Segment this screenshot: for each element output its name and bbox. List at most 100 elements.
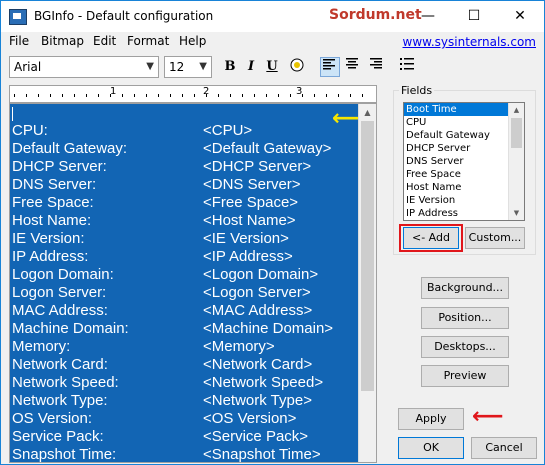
editor-row: Host Name: <Host Name> <box>12 212 296 230</box>
font-select[interactable]: Arial ▼ <box>9 56 159 78</box>
scroll-thumb[interactable] <box>511 118 522 148</box>
ruler-tick <box>182 94 183 97</box>
editor-row: IP Address: <IP Address> <box>12 248 293 266</box>
menu-edit-label: Edit <box>93 34 117 48</box>
menu-format[interactable]: Format <box>127 34 169 48</box>
editor-scrollbar[interactable]: ▲ <box>358 104 376 462</box>
scroll-down-icon[interactable]: ▼ <box>509 206 524 220</box>
field-list-item[interactable]: Default Gateway <box>404 129 524 142</box>
row-label: MAC Address: <box>12 302 108 319</box>
chevron-down-icon: ▼ <box>146 61 154 72</box>
position-button[interactable]: Position... <box>421 307 509 329</box>
align-right-icon <box>370 58 382 69</box>
menu-edit[interactable]: Edit <box>93 34 116 48</box>
ruler-tick <box>218 94 219 97</box>
field-list-item[interactable]: IE Version <box>404 194 524 207</box>
ruler-tick <box>38 94 39 97</box>
ruler-tick <box>350 94 351 97</box>
scroll-thumb[interactable] <box>361 121 374 391</box>
font-size-select[interactable]: 12 ▼ <box>164 56 212 78</box>
row-value: <Network Type> <box>203 392 312 409</box>
ruler-tick <box>362 94 363 97</box>
ruler-tick <box>254 94 255 97</box>
desktops-button[interactable]: Desktops... <box>421 336 509 358</box>
editor-row: Network Card: <Network Card> <box>12 356 312 374</box>
red-arrow-icon: ⟵ <box>472 404 504 429</box>
menu-help[interactable]: Help <box>179 34 206 48</box>
menu-bitmap[interactable]: Bitmap <box>41 34 84 48</box>
sysinternals-link[interactable]: www.sysinternals.com <box>403 35 537 49</box>
row-label: Network Type: <box>12 392 108 409</box>
row-label: IP Address: <box>12 248 89 265</box>
custom-button[interactable]: Custom... <box>465 227 525 249</box>
row-label: Machine Domain: <box>12 320 129 337</box>
ruler-tick <box>122 94 123 97</box>
maximize-button[interactable]: ☐ <box>451 1 497 32</box>
editor-row: Network Type: <Network Type> <box>12 392 312 410</box>
window-title: BGInfo - Default configuration <box>34 9 214 23</box>
row-value: <Free Space> <box>203 194 299 211</box>
close-button[interactable]: ✕ <box>497 1 543 32</box>
row-label: Network Speed: <box>12 374 119 391</box>
bold-button[interactable]: B <box>220 57 240 77</box>
app-icon[interactable] <box>9 9 27 25</box>
row-value: <Default Gateway> <box>203 140 332 157</box>
bullets-button[interactable] <box>397 57 417 77</box>
ruler-tick <box>146 94 147 97</box>
scroll-up-icon[interactable]: ▲ <box>359 104 376 121</box>
ruler-tick <box>230 94 231 97</box>
underline-button[interactable]: U <box>262 57 282 77</box>
fields-label: Fields <box>399 84 435 97</box>
editor-row: MAC Address: <MAC Address> <box>12 302 312 320</box>
ruler-tick <box>134 94 135 97</box>
editor-row: Logon Server: <Logon Server> <box>12 284 311 302</box>
row-value: <IP Address> <box>203 248 293 265</box>
ruler-tick <box>26 94 27 97</box>
row-label: Logon Domain: <box>12 266 114 283</box>
ruler-tick <box>14 94 15 97</box>
align-right-button[interactable] <box>365 57 385 77</box>
field-list-item[interactable]: Host Name <box>404 181 524 194</box>
align-left-button[interactable] <box>320 57 340 77</box>
scroll-up-icon[interactable]: ▲ <box>509 103 524 117</box>
ruler-tick <box>98 94 99 97</box>
editor-row: DNS Server: <DNS Server> <box>12 176 301 194</box>
row-value: <IE Version> <box>203 230 289 247</box>
row-label: IE Version: <box>12 230 85 247</box>
ok-button[interactable]: OK <box>398 437 464 459</box>
add-button[interactable]: <- Add <box>403 227 459 249</box>
menu-file-label: File <box>9 34 30 48</box>
align-left-icon <box>323 59 335 70</box>
minimize-button[interactable]: — <box>405 1 451 32</box>
editor-row: Service Pack: <Service Pack> <box>12 428 308 446</box>
fill-button[interactable] <box>287 57 307 77</box>
field-list-item[interactable]: IP Address <box>404 207 524 220</box>
apply-button[interactable]: Apply <box>398 408 464 430</box>
field-list-item[interactable]: Boot Time <box>404 103 524 116</box>
ruler: 1 2 3 <box>9 85 377 103</box>
italic-button[interactable]: I <box>241 57 261 77</box>
editor-row: Free Space: <Free Space> <box>12 194 298 212</box>
row-value: <Service Pack> <box>203 428 309 445</box>
field-list-item[interactable]: DNS Server <box>404 155 524 168</box>
row-value: <Memory> <box>203 338 275 355</box>
editor-row: OS Version: <OS Version> <box>12 410 296 428</box>
chevron-down-icon: ▼ <box>199 61 207 72</box>
row-value: <CPU> <box>203 122 253 139</box>
fields-listbox[interactable]: Boot Time CPU Default Gateway DHCP Server DN… <box>403 102 525 221</box>
fill-icon <box>290 58 304 72</box>
field-list-item[interactable]: DHCP Server <box>404 142 524 155</box>
format-toolbar: Arial ▼ 12 ▼ B I U <box>1 52 544 84</box>
text-editor[interactable]: ⟵ CPU: <CPU> Default Gateway: <Default Gate… <box>9 103 377 463</box>
background-button[interactable]: Background... <box>421 277 509 299</box>
row-label: Logon Server: <box>12 284 107 301</box>
ruler-tick <box>74 94 75 97</box>
align-center-button[interactable] <box>342 57 362 77</box>
field-list-item[interactable]: CPU <box>404 116 524 129</box>
cancel-button[interactable]: Cancel <box>471 437 537 459</box>
preview-button[interactable]: Preview <box>421 365 509 387</box>
fields-scrollbar[interactable]: ▲ ▼ <box>508 103 524 220</box>
field-list-item[interactable]: Free Space <box>404 168 524 181</box>
field-items: Boot Time CPU Default Gateway DHCP Server DN… <box>404 103 524 220</box>
menu-file[interactable]: File <box>9 34 29 48</box>
